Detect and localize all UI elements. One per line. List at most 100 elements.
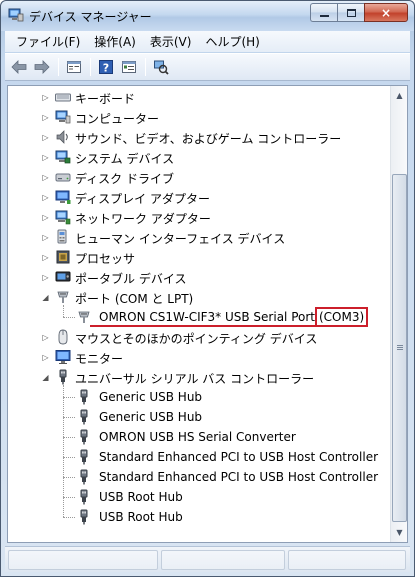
usb-icon [55, 369, 71, 385]
expand-arrow-icon[interactable]: ▷ [41, 353, 50, 362]
tree-node[interactable]: ▷ ポータブル デバイス [8, 267, 391, 287]
tree-node[interactable]: ▷ コンピューター [8, 107, 391, 127]
disk-drive-icon [55, 169, 71, 185]
expand-arrow-icon[interactable]: ▷ [41, 153, 50, 162]
tree-node[interactable]: ▷ ヒューマン インターフェイス デバイス [8, 227, 391, 247]
title-bar[interactable]: デバイス マネージャー × [1, 1, 414, 31]
tree-child-label: Generic USB Hub [99, 390, 203, 404]
menu-action[interactable]: 操作(A) [87, 32, 143, 52]
tree-node[interactable]: ▷ マウスとそのほかのポインティング デバイス [8, 327, 391, 347]
processor-icon [55, 249, 71, 265]
expand-arrow-icon[interactable]: ▷ [41, 173, 50, 182]
tree-child-node[interactable]: USB Root Hub [8, 507, 391, 527]
tree-node-label: キーボード [75, 92, 136, 106]
tree-node-label: ポータブル デバイス [75, 272, 187, 286]
view-icon [122, 61, 136, 73]
portable-device-icon [55, 269, 71, 285]
status-cell [161, 550, 285, 570]
scan-hardware-button[interactable] [151, 57, 171, 77]
computer-icon [55, 109, 71, 125]
menu-file[interactable]: ファイル(F) [9, 32, 87, 52]
tree-child-node[interactable]: Standard Enhanced PCI to USB Host Contro… [8, 447, 391, 467]
tree-child-node[interactable]: OMRON USB HS Serial Converter [8, 427, 391, 447]
expand-arrow-icon[interactable]: ▷ [41, 213, 50, 222]
tree-node[interactable]: ▷ システム デバイス [8, 147, 391, 167]
menu-help[interactable]: ヘルプ(H) [198, 32, 266, 52]
device-tree[interactable]: ▷ キーボード ▷ コンピューター ▷ サウンド、ビデオ、およびゲーム コントローラー ▷ シ… [8, 86, 391, 542]
window-title: デバイス マネージャー [29, 10, 152, 24]
tree-node[interactable]: ▷ ネットワーク アダプター [8, 207, 391, 227]
maximize-button[interactable] [337, 3, 364, 22]
expand-arrow-icon[interactable]: ▷ [41, 333, 50, 342]
tree-child-label: OMRON USB HS Serial Converter [99, 430, 296, 444]
usb-device-icon [76, 489, 92, 505]
view-button[interactable] [119, 57, 139, 77]
tree-child-label: Standard Enhanced PCI to USB Host Contro… [99, 450, 379, 464]
tree-node-label: コンピューター [75, 112, 160, 126]
port-icon [76, 309, 92, 325]
toolbar-separator [145, 58, 146, 76]
tree-child-node[interactable]: Generic USB Hub [8, 407, 391, 427]
usb-device-icon [76, 389, 92, 405]
properties-button[interactable] [64, 57, 84, 77]
expand-arrow-icon[interactable]: ▷ [41, 133, 50, 142]
tree-child-label: USB Root Hub [99, 490, 183, 504]
help-icon: ? [99, 60, 113, 75]
svg-text:?: ? [103, 62, 109, 75]
tree-node-label: ヒューマン インターフェイス デバイス [75, 232, 286, 246]
toolbar-separator [90, 58, 91, 76]
tree-connector [63, 477, 75, 478]
tree-node-label: ディスプレイ アダプター [75, 192, 210, 206]
device-manager-window: デバイス マネージャー × ファイル(F) 操作(A) 表示(V) ヘルプ(H)… [0, 0, 415, 577]
forward-button[interactable] [32, 57, 52, 77]
tree-child-node[interactable]: USB Root Hub [8, 487, 391, 507]
tree-node[interactable]: ▷ キーボード [8, 87, 391, 107]
scrollbar-grip [397, 345, 403, 346]
usb-device-icon [76, 449, 92, 465]
com-port-highlight-box [315, 307, 368, 327]
tree-node[interactable]: ▷ プロセッサ [8, 247, 391, 267]
scroll-up-icon: ▲ [396, 91, 403, 100]
vertical-scrollbar[interactable]: ▲ ▼ [390, 86, 407, 542]
tree-node[interactable]: ▷ ディスク ドライブ [8, 167, 391, 187]
tree-node[interactable]: ◢ ポート (COM と LPT) [8, 287, 391, 307]
expand-arrow-icon[interactable]: ▷ [41, 233, 50, 242]
menu-view[interactable]: 表示(V) [143, 32, 199, 52]
expand-arrow-icon[interactable]: ▷ [41, 93, 50, 102]
tree-node-label: システム デバイス [75, 152, 175, 166]
expand-arrow-icon[interactable]: ▷ [41, 253, 50, 262]
tree-child-node[interactable]: Standard Enhanced PCI to USB Host Contro… [8, 467, 391, 487]
tree-node-label: モニター [75, 352, 124, 366]
tree-node-label: ユニバーサル シリアル バス コントローラー [75, 372, 315, 386]
tree-child-node[interactable]: OMRON CS1W-CIF3* USB Serial Port (COM3) [8, 307, 391, 327]
expand-arrow-icon[interactable]: ▷ [41, 273, 50, 282]
tree-node[interactable]: ▷ モニター [8, 347, 391, 367]
close-icon: × [380, 5, 392, 20]
scrollbar-thumb[interactable] [392, 174, 407, 522]
scroll-up-button[interactable]: ▲ [392, 87, 407, 104]
collapse-arrow-icon[interactable]: ◢ [41, 373, 50, 382]
help-button[interactable]: ? [96, 57, 116, 77]
scroll-down-button[interactable]: ▼ [392, 524, 407, 541]
tree-connector [63, 517, 75, 518]
tree-child-label: USB Root Hub [99, 510, 183, 524]
scrollbar-grip [397, 349, 403, 350]
expand-arrow-icon[interactable]: ▷ [41, 113, 50, 122]
tree-connector [63, 417, 75, 418]
device-tree-pane[interactable]: ▷ キーボード ▷ コンピューター ▷ サウンド、ビデオ、およびゲーム コントローラー ▷ シ… [7, 85, 408, 543]
tree-connector [63, 397, 75, 398]
minimize-icon [319, 14, 329, 17]
tree-node[interactable]: ▷ ディスプレイ アダプター [8, 187, 391, 207]
tree-child-node[interactable]: Generic USB Hub [8, 387, 391, 407]
scroll-down-icon: ▼ [396, 528, 403, 537]
expand-arrow-icon[interactable]: ▷ [41, 193, 50, 202]
tree-node-label: プロセッサ [75, 252, 136, 266]
tree-node[interactable]: ◢ ユニバーサル シリアル バス コントローラー [8, 367, 391, 387]
tree-node[interactable]: ▷ サウンド、ビデオ、およびゲーム コントローラー [8, 127, 391, 147]
usb-device-icon [76, 509, 92, 525]
tree-node-label: サウンド、ビデオ、およびゲーム コントローラー [75, 132, 342, 146]
collapse-arrow-icon[interactable]: ◢ [41, 293, 50, 302]
back-button[interactable] [9, 57, 29, 77]
close-button[interactable]: × [364, 3, 408, 22]
minimize-button[interactable] [310, 3, 337, 22]
